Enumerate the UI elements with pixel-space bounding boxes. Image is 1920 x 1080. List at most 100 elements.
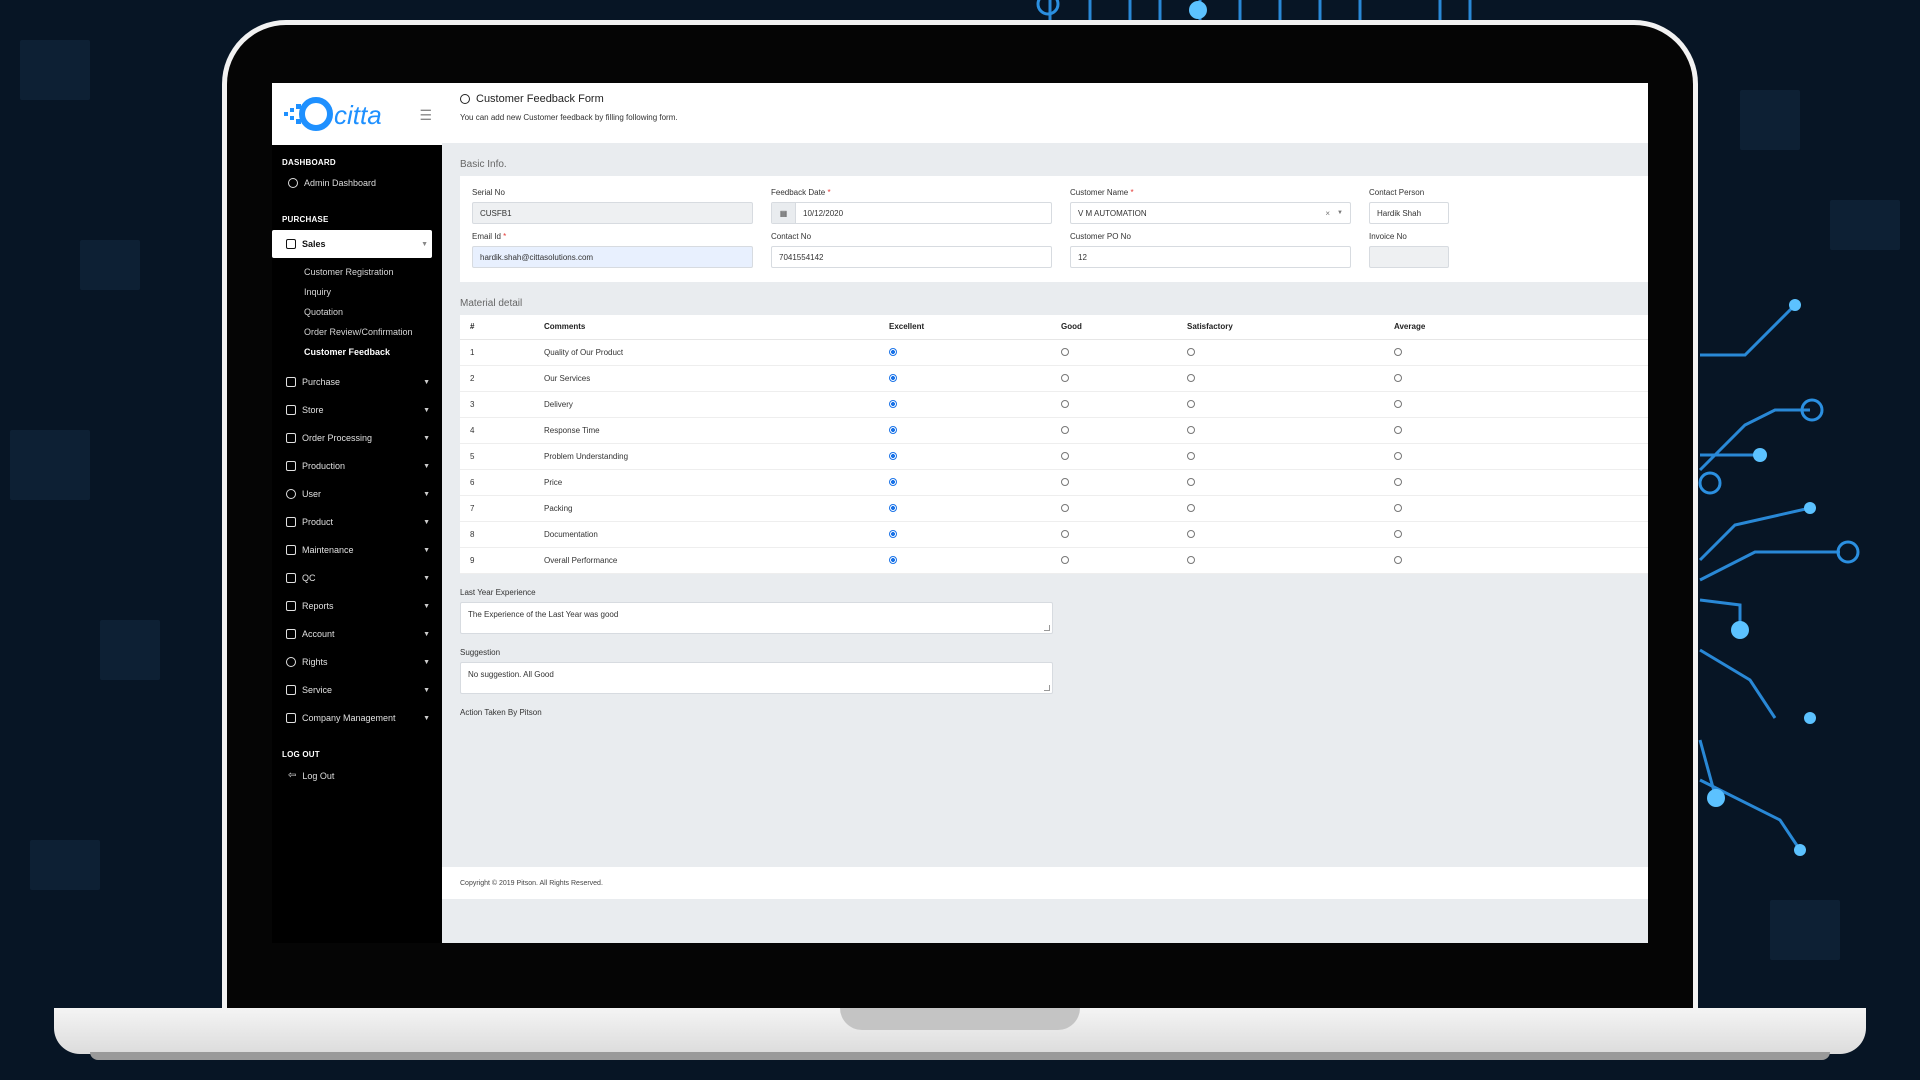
menu-label: Company Management [302, 713, 396, 723]
rating-radio-average[interactable] [1394, 504, 1402, 513]
rating-radio-good[interactable] [1061, 374, 1069, 383]
customer-name-select[interactable]: V M AUTOMATION × ▼ [1070, 202, 1351, 224]
rating-radio-excellent[interactable] [889, 530, 897, 539]
rating-radio-excellent[interactable] [889, 374, 897, 383]
email-input[interactable]: hardik.shah@cittasolutions.com [472, 246, 753, 268]
rating-radio-satisfactory[interactable] [1187, 348, 1195, 357]
rating-radio-excellent[interactable] [889, 556, 897, 565]
section-dashboard: DASHBOARD [282, 158, 336, 167]
sidebar-item-rights[interactable]: Rights ▼ [272, 648, 442, 676]
clear-icon[interactable]: × [1325, 209, 1330, 218]
sidebar-item-production[interactable]: Production ▼ [272, 452, 442, 480]
rating-radio-satisfactory[interactable] [1187, 400, 1195, 409]
col-comments: Comments [534, 315, 879, 340]
sidebar-item-user[interactable]: User ▼ [272, 480, 442, 508]
rating-cell [1177, 339, 1384, 366]
admin-dashboard-link[interactable]: Admin Dashboard [272, 173, 442, 193]
rating-radio-average[interactable] [1394, 374, 1402, 383]
submenu-inquiry[interactable]: Inquiry [272, 282, 442, 302]
rating-radio-good[interactable] [1061, 400, 1069, 409]
invoice-no-input[interactable] [1369, 246, 1449, 268]
rating-cell [1177, 365, 1384, 392]
rating-radio-average[interactable] [1394, 530, 1402, 539]
row-number: 3 [460, 391, 534, 418]
rating-radio-average[interactable] [1394, 478, 1402, 487]
rating-radio-good[interactable] [1061, 452, 1069, 461]
contact-no-input[interactable]: 7041554142 [771, 246, 1052, 268]
resize-handle-icon[interactable] [1044, 624, 1050, 631]
sidebar-item-sales[interactable]: Sales ▼ [272, 230, 432, 258]
rating-radio-excellent[interactable] [889, 478, 897, 487]
rating-radio-satisfactory[interactable] [1187, 452, 1195, 461]
invoice-no-field: Invoice No [1369, 232, 1449, 268]
menu-toggle-icon[interactable]: ☰ [419, 107, 432, 124]
contact-person-input[interactable]: Hardik Shah [1369, 202, 1449, 224]
serial-no-input[interactable]: CUSFB1 [472, 202, 753, 224]
chevron-down-icon[interactable]: ▼ [1337, 210, 1343, 216]
last-year-value: The Experience of the Last Year was good [468, 609, 619, 619]
rating-cell [1384, 547, 1648, 574]
rating-radio-excellent[interactable] [889, 452, 897, 461]
rating-radio-good[interactable] [1061, 556, 1069, 565]
rating-radio-satisfactory[interactable] [1187, 504, 1195, 513]
rating-radio-good[interactable] [1061, 426, 1069, 435]
sidebar-item-store[interactable]: Store ▼ [272, 396, 442, 424]
rating-radio-satisfactory[interactable] [1187, 556, 1195, 565]
suggestion-value: No suggestion. All Good [468, 669, 554, 679]
last-year-textarea[interactable]: The Experience of the Last Year was good [460, 601, 1053, 634]
rating-radio-average[interactable] [1394, 426, 1402, 435]
rating-radio-average[interactable] [1394, 400, 1402, 409]
last-year-label: Last Year Experience [460, 587, 536, 597]
sidebar-item-reports[interactable]: Reports ▼ [272, 592, 442, 620]
rating-radio-good[interactable] [1061, 478, 1069, 487]
sidebar-item-company-management[interactable]: Company Management ▼ [272, 704, 442, 732]
rating-radio-excellent[interactable] [889, 426, 897, 435]
rating-radio-satisfactory[interactable] [1187, 426, 1195, 435]
rating-radio-average[interactable] [1394, 556, 1402, 565]
feedback-date-input[interactable]: ▦ 10/12/2020 [771, 202, 1052, 224]
rating-radio-excellent[interactable] [889, 348, 897, 357]
submenu-customer-feedback[interactable]: Customer Feedback [272, 342, 442, 362]
logout-link[interactable]: ⇦ Log Out [272, 765, 442, 786]
calendar-icon[interactable]: ▦ [772, 203, 796, 223]
rating-radio-average[interactable] [1394, 452, 1402, 461]
sidebar-item-maintenance[interactable]: Maintenance ▼ [272, 536, 442, 564]
customer-po-input[interactable]: 12 [1070, 246, 1351, 268]
feedback-date-field: Feedback Date * ▦ 10/12/2020 [771, 188, 1052, 224]
contact-person-label: Contact Person [1369, 188, 1425, 197]
submenu-customer-registration[interactable]: Customer Registration [272, 262, 442, 282]
rating-cell [1051, 469, 1177, 496]
rating-radio-excellent[interactable] [889, 504, 897, 513]
logout-icon: ⇦ [288, 770, 297, 781]
rating-radio-satisfactory[interactable] [1187, 478, 1195, 487]
rating-cell [1051, 339, 1177, 366]
brand-logo[interactable]: citta ☰ [272, 83, 442, 145]
chevron-down-icon: ▼ [423, 574, 430, 582]
submenu-order-review[interactable]: Order Review/Confirmation [272, 322, 442, 342]
submenu-quotation[interactable]: Quotation [272, 302, 442, 322]
inbox-icon [286, 573, 296, 583]
rating-radio-good[interactable] [1061, 348, 1069, 357]
sidebar-item-order-processing[interactable]: Order Processing ▼ [272, 424, 442, 452]
sidebar-item-account[interactable]: Account ▼ [272, 620, 442, 648]
rating-radio-satisfactory[interactable] [1187, 530, 1195, 539]
table-row: 3 Delivery [460, 391, 1648, 418]
serial-no-label: Serial No [472, 188, 505, 197]
sidebar-item-qc[interactable]: QC ▼ [272, 564, 442, 592]
table-row: 8 Documentation [460, 521, 1648, 548]
rating-radio-average[interactable] [1394, 348, 1402, 357]
rating-radio-good[interactable] [1061, 504, 1069, 513]
chevron-down-icon: ▼ [423, 490, 430, 498]
menu-label: Rights [302, 657, 328, 667]
dashboard-icon [288, 178, 298, 188]
rating-cell [1051, 443, 1177, 470]
rating-radio-excellent[interactable] [889, 400, 897, 409]
suggestion-textarea[interactable]: No suggestion. All Good [460, 661, 1053, 694]
sidebar-item-product[interactable]: Product ▼ [272, 508, 442, 536]
sidebar-item-purchase[interactable]: Purchase ▼ [272, 368, 442, 396]
rating-cell [1177, 391, 1384, 418]
rating-radio-good[interactable] [1061, 530, 1069, 539]
rating-radio-satisfactory[interactable] [1187, 374, 1195, 383]
resize-handle-icon[interactable] [1044, 684, 1050, 691]
sidebar-item-service[interactable]: Service ▼ [272, 676, 442, 704]
